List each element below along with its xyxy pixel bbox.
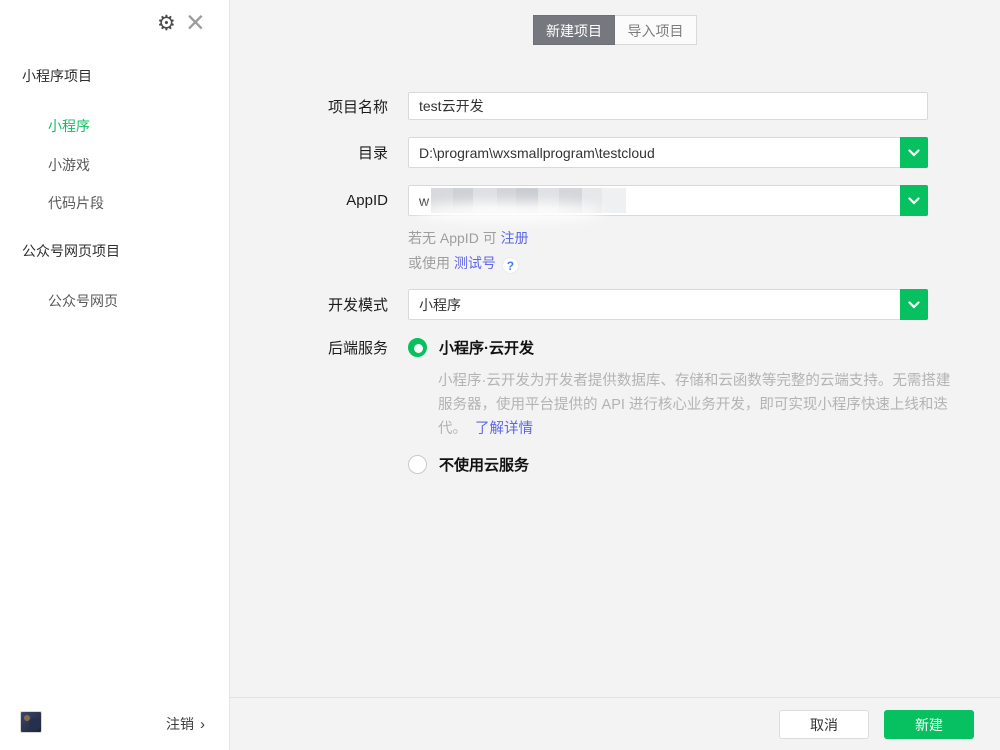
project-tabs: 新建项目 导入项目 xyxy=(533,15,697,45)
appid-helper-text1: 若无 AppID 可 xyxy=(408,230,497,246)
main-panel: 新建项目 导入项目 项目名称 test云开发 目录 D:\program\wxs… xyxy=(230,0,1000,750)
project-name-value: test云开发 xyxy=(419,96,484,116)
chevron-down-icon xyxy=(908,197,920,205)
chevron-down-icon xyxy=(908,301,920,309)
dev-mode-select[interactable]: 小程序 xyxy=(408,289,928,320)
appid-helper-line2: 或使用 测试号? xyxy=(408,251,529,276)
project-name-label: 项目名称 xyxy=(230,96,388,117)
close-icon[interactable]: × xyxy=(186,4,205,40)
learn-more-link[interactable]: 了解详情 xyxy=(475,421,533,437)
cloud-dev-radio-option[interactable]: 小程序·云开发 xyxy=(408,337,534,358)
backend-service-label: 后端服务 xyxy=(230,337,388,358)
form-row-project-name: 项目名称 test云开发 xyxy=(230,92,928,120)
sidebar-section-official-account-web: 公众号网页项目 xyxy=(22,241,120,261)
form-row-directory: 目录 D:\program\wxsmallprogram\testcloud xyxy=(230,137,928,168)
radio-unselected-icon[interactable] xyxy=(408,455,427,474)
directory-label: 目录 xyxy=(230,142,388,163)
project-name-input[interactable]: test云开发 xyxy=(408,92,928,120)
create-button[interactable]: 新建 xyxy=(884,710,974,739)
appid-dropdown-button[interactable] xyxy=(900,185,928,216)
sidebar-item-code-snippet[interactable]: 代码片段 xyxy=(48,193,104,213)
directory-value: D:\program\wxsmallprogram\testcloud xyxy=(419,145,655,161)
no-cloud-radio-label: 不使用云服务 xyxy=(439,454,529,475)
cancel-button[interactable]: 取消 xyxy=(779,710,869,739)
help-question-icon[interactable]: ? xyxy=(502,257,519,274)
no-cloud-radio-option[interactable]: 不使用云服务 xyxy=(408,454,529,475)
tab-import-project[interactable]: 导入项目 xyxy=(615,15,697,45)
tab-new-project[interactable]: 新建项目 xyxy=(533,15,615,45)
sidebar-item-minigame[interactable]: 小游戏 xyxy=(48,155,90,175)
chevron-down-icon xyxy=(908,149,920,157)
cloud-dev-description: 小程序·云开发为开发者提供数据库、存储和云函数等完整的云端支持。无需搭建服务器，… xyxy=(438,369,960,441)
directory-dropdown-button[interactable] xyxy=(900,137,928,168)
appid-helper-text2: 或使用 xyxy=(408,255,450,271)
radio-selected-icon[interactable] xyxy=(408,338,427,357)
sidebar-section-miniprogram-projects: 小程序项目 xyxy=(22,66,92,86)
dev-mode-value: 小程序 xyxy=(419,295,461,315)
logout-label: 注销 xyxy=(166,716,194,732)
gear-icon[interactable]: ⚙ xyxy=(157,12,176,36)
appid-blur-mosaic xyxy=(431,188,626,213)
sidebar-item-official-account-web[interactable]: 公众号网页 xyxy=(48,291,118,311)
directory-select[interactable]: D:\program\wxsmallprogram\testcloud xyxy=(408,137,928,168)
cloud-dev-radio-label: 小程序·云开发 xyxy=(439,337,534,358)
register-link[interactable]: 注册 xyxy=(501,230,529,246)
appid-helper: 若无 AppID 可 注册 或使用 测试号? xyxy=(408,226,529,276)
appid-helper-line1: 若无 AppID 可 注册 xyxy=(408,226,529,251)
dev-mode-dropdown-button[interactable] xyxy=(900,289,928,320)
appid-select[interactable]: w xyxy=(408,185,928,216)
appid-label: AppID xyxy=(230,192,388,209)
new-project-dialog: ⚙ × 小程序项目 小程序 小游戏 代码片段 公众号网页项目 公众号网页 注销 ›… xyxy=(0,0,1000,750)
dev-mode-label: 开发模式 xyxy=(230,294,388,315)
user-avatar[interactable] xyxy=(20,711,42,733)
logout-button[interactable]: 注销 › xyxy=(166,714,205,734)
footer-divider xyxy=(230,697,1000,698)
sidebar-item-miniprogram[interactable]: 小程序 xyxy=(48,116,90,136)
form-row-appid: AppID w xyxy=(230,185,928,216)
chevron-right-icon: › xyxy=(200,716,205,733)
test-account-link[interactable]: 测试号 xyxy=(454,255,496,271)
appid-value: w xyxy=(419,193,429,209)
form-row-backend-service: 后端服务 小程序·云开发 xyxy=(230,337,534,357)
sidebar: ⚙ × 小程序项目 小程序 小游戏 代码片段 公众号网页项目 公众号网页 注销 › xyxy=(0,0,230,750)
form-row-dev-mode: 开发模式 小程序 xyxy=(230,289,928,320)
